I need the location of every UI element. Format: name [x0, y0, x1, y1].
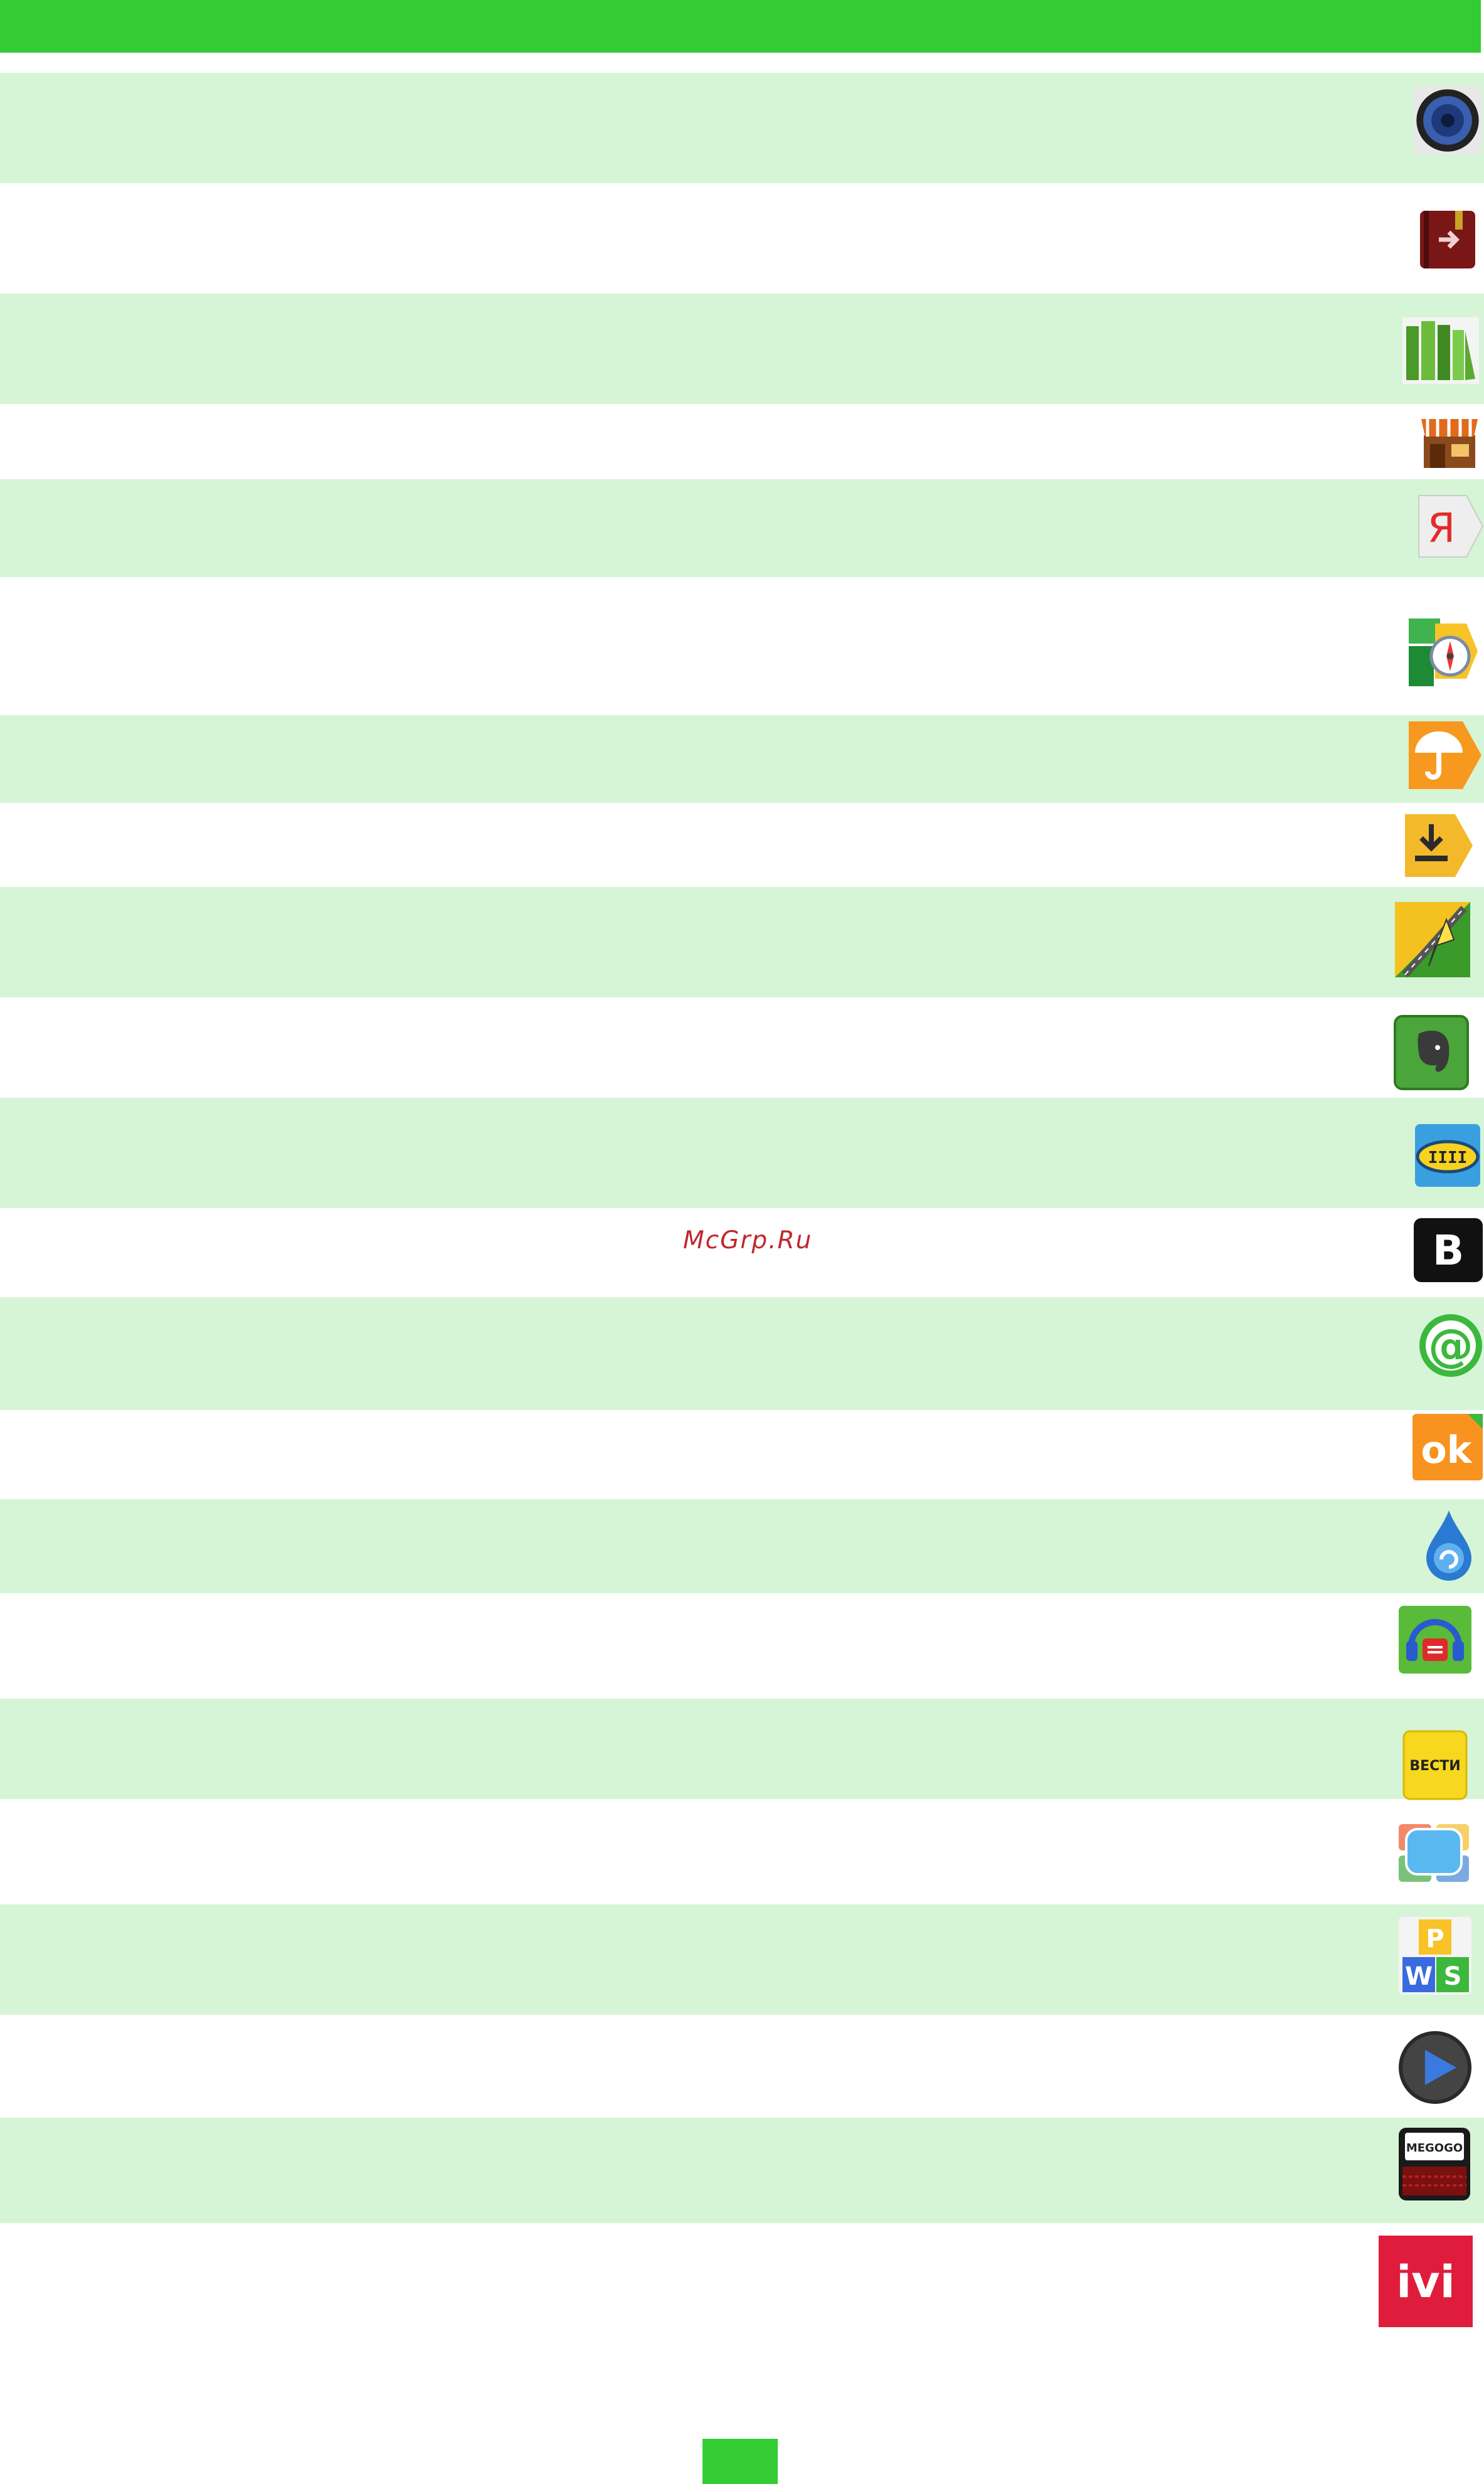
list-item	[0, 803, 1484, 887]
bookshelf-icon	[1402, 317, 1479, 384]
download-icon	[1400, 812, 1478, 879]
tv-screen-icon	[1397, 1823, 1470, 1883]
ok-letters: ok	[1421, 1428, 1473, 1472]
vk-icon: B	[1412, 1217, 1484, 1283]
mail-agent-icon: @	[1418, 1312, 1484, 1381]
list-item: ok	[0, 1410, 1484, 1499]
odnoklassniki-icon: ok	[1411, 1413, 1484, 1482]
list-item	[0, 997, 1484, 1098]
list-item	[0, 1593, 1484, 1699]
yandex-letter: Я	[1428, 506, 1455, 552]
list-item	[0, 887, 1484, 997]
list-item	[0, 577, 1484, 715]
vk-letter: B	[1433, 1226, 1464, 1275]
speaker-icon	[1414, 87, 1481, 154]
list-item: @	[0, 1297, 1484, 1410]
header-bar	[0, 0, 1481, 53]
megogo-icon: MEGOGO	[1397, 2126, 1471, 2202]
megogo-label: MEGOGO	[1406, 2142, 1463, 2155]
taxi-checker-text: IIII	[1428, 1149, 1468, 1167]
svg-text:S: S	[1444, 1962, 1462, 1991]
evernote-elephant-icon	[1394, 1015, 1469, 1090]
wps-office-icon: PWS	[1397, 1916, 1473, 1996]
list-item: MEGOGO	[0, 2118, 1484, 2223]
ivi-icon: ivi	[1379, 2236, 1473, 2327]
list-item: ivi	[0, 2223, 1484, 2336]
vesti-icon: ВЕСТИ	[1402, 1730, 1468, 1800]
mail-at-sign: @	[1428, 1319, 1473, 1372]
list-item: IIII	[0, 1098, 1484, 1208]
book-reader-icon	[1416, 208, 1479, 271]
list-item	[0, 1499, 1484, 1593]
vesti-label: ВЕСТИ	[1409, 1758, 1460, 1774]
list-item	[0, 2015, 1484, 2118]
drop-sync-icon	[1420, 1508, 1478, 1582]
list-item: ВЕСТИ	[0, 1699, 1484, 1800]
list-item	[0, 1799, 1484, 1904]
radio-headphones-icon	[1397, 1605, 1473, 1675]
taxi-icon: IIII	[1414, 1123, 1481, 1188]
svg-text:W: W	[1405, 1962, 1433, 1991]
list-item	[0, 183, 1484, 294]
list-item: PWS	[0, 1904, 1484, 2015]
compass-maps-icon	[1402, 617, 1479, 689]
list-item: Я	[0, 479, 1484, 577]
ivi-letters: ivi	[1396, 2256, 1455, 2308]
list-item	[0, 294, 1484, 404]
watermark-text: McGrp.Ru	[683, 1226, 813, 1255]
list-item	[0, 73, 1484, 183]
page-footer-tab	[702, 2439, 778, 2484]
list-item	[0, 715, 1484, 803]
list-item	[0, 404, 1484, 479]
svg-text:P: P	[1426, 1924, 1444, 1953]
yandex-icon: Я	[1416, 492, 1484, 561]
play-icon	[1397, 2029, 1473, 2106]
umbrella-weather-icon	[1406, 716, 1484, 794]
shop-icon	[1419, 413, 1480, 470]
navigator-icon	[1394, 901, 1471, 979]
